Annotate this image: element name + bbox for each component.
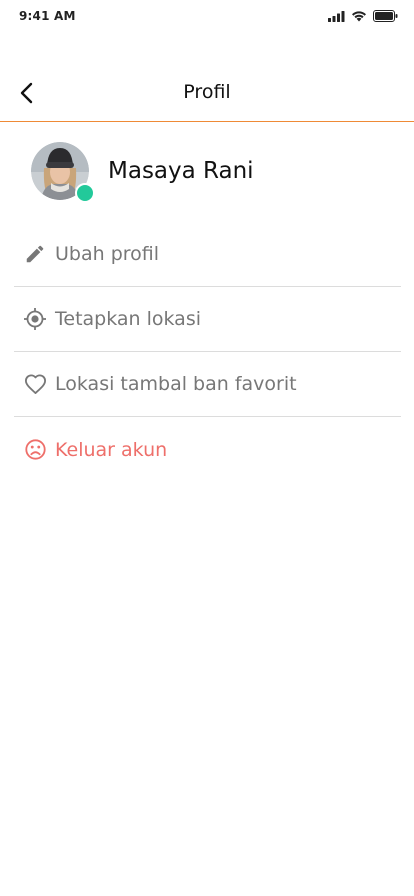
menu-item-favorite-locations[interactable]: Lokasi tambal ban favorit: [14, 352, 401, 417]
menu-item-set-location[interactable]: Tetapkan lokasi: [14, 287, 401, 352]
menu-item-label: Ubah profil: [55, 243, 160, 265]
online-status-indicator: [75, 183, 95, 203]
wifi-icon: [352, 11, 366, 22]
signal-icon: [328, 10, 345, 22]
page-title: Profil: [183, 81, 231, 103]
status-icons: [328, 10, 398, 22]
profile-summary: Masaya Rani: [31, 139, 254, 203]
location-target-icon: [22, 306, 48, 332]
sad-face-icon: [22, 437, 48, 463]
heart-icon: [22, 371, 48, 397]
menu-item-edit-profile[interactable]: Ubah profil: [14, 222, 401, 287]
menu-item-label: Keluar akun: [55, 438, 168, 461]
app-header: Profil: [0, 62, 414, 122]
pencil-icon: [22, 241, 48, 267]
avatar-container[interactable]: [31, 142, 95, 203]
status-time: 9:41 AM: [19, 9, 76, 23]
status-bar: 9:41 AM: [0, 0, 414, 32]
profile-menu: Ubah profil Tetapkan lokasi Lokasi tamba…: [14, 222, 401, 482]
battery-icon: [373, 10, 398, 22]
profile-name: Masaya Rani: [108, 158, 254, 184]
menu-item-label: Tetapkan lokasi: [55, 308, 202, 330]
menu-item-logout[interactable]: Keluar akun: [14, 417, 401, 482]
menu-item-label: Lokasi tambal ban favorit: [55, 373, 297, 395]
profile-screen: 9:41 AM Profil Masaya Rani Ubah profil T…: [0, 0, 414, 896]
